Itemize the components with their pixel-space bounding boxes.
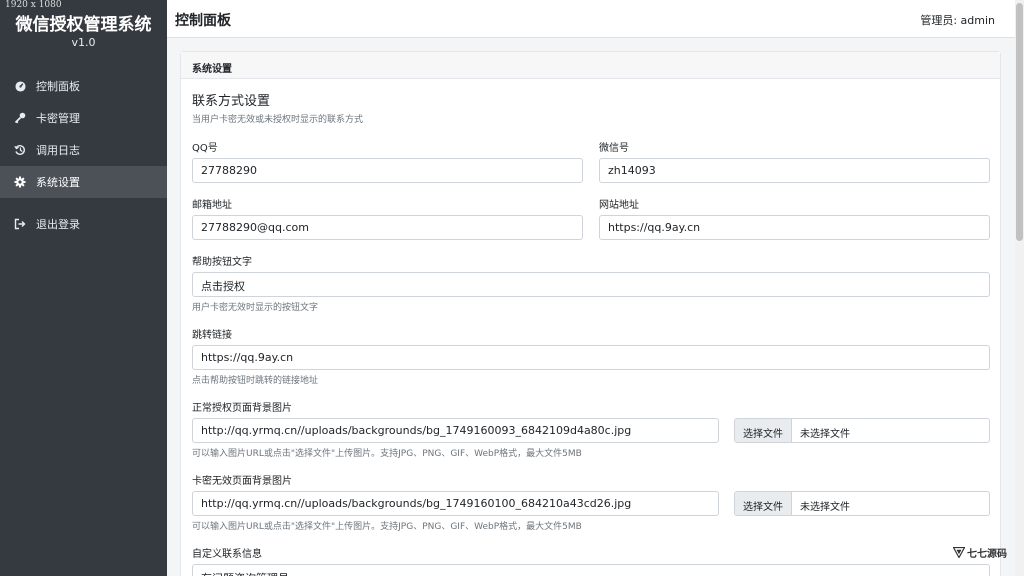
sidebar-item-logout[interactable]: 退出登录 [0,208,167,240]
custom-contact-label: 自定义联系信息 [192,549,262,560]
help-text-hint: 用户卡密无效时显示的按钮文字 [192,303,319,313]
choose-file-button[interactable]: 选择文件 [735,492,792,515]
help-text-input[interactable]: 点击授权 [192,272,990,297]
section-title: 联系方式设置 [192,94,271,109]
wechat-input[interactable]: zh14093 [599,158,990,183]
page-title: 控制面板 [175,13,231,29]
history-icon [14,144,26,156]
wechat-label: 微信号 [599,143,629,154]
redirect-hint: 点击帮助按钮时跳转的链接地址 [192,376,319,386]
dashboard-icon [14,80,26,92]
file-name-label: 未选择文件 [800,502,850,513]
normal-bg-url-input[interactable]: http://qq.yrmq.cn//uploads/backgrounds/b… [192,418,719,443]
email-label: 邮箱地址 [192,200,232,211]
gear-icon [14,176,26,188]
app-version: v1.0 [71,36,96,49]
settings-card: 系统设置 联系方式设置 当用户卡密无效或未授权时显示的联系方式 QQ号 2778… [180,51,1001,576]
invalid-bg-file-input[interactable]: 选择文件 未选择文件 [734,491,990,516]
email-input[interactable]: 27788290@qq.com [192,215,583,240]
watermark: 七七源码 [952,543,1007,562]
redirect-input[interactable]: https://qq.9ay.cn [192,345,990,370]
section-description: 当用户卡密无效或未授权时显示的联系方式 [192,115,364,125]
sidebar-item-cards[interactable]: 卡密管理 [0,102,167,134]
redirect-label: 跳转链接 [192,330,232,341]
invalid-bg-url-input[interactable]: http://qq.yrmq.cn//uploads/backgrounds/b… [192,491,719,516]
key-icon [14,112,26,124]
invalid-bg-hint: 可以输入图片URL或点击"选择文件"上传图片。支持JPG、PNG、GIF、Web… [192,522,582,532]
sidebar-nav: 控制面板 卡密管理 调用日志 系统设置 退出登录 [0,70,167,240]
app-brand: 微信授权管理系统 [15,15,152,35]
website-label: 网站地址 [599,200,639,211]
sidebar-item-label: 控制面板 [36,80,80,93]
sidebar-item-dashboard[interactable]: 控制面板 [0,70,167,102]
custom-contact-textarea[interactable]: 有问题资询管理员 [192,564,990,576]
sidebar-item-label: 系统设置 [36,176,80,189]
sidebar-item-logs[interactable]: 调用日志 [0,134,167,166]
card-header: 系统设置 [181,52,1000,79]
sidebar-item-label: 调用日志 [36,144,80,157]
watermark-text: 七七源码 [967,549,1007,560]
sidebar: 1920 x 1080 微信授权管理系统 v1.0 控制面板 卡密管理 调用日志… [0,0,167,576]
website-input[interactable]: https://qq.9ay.cn [599,215,990,240]
top-bar: 控制面板 管理员: admin [167,0,1015,38]
qq-label: QQ号 [192,143,218,154]
qq-input[interactable]: 27788290 [192,158,583,183]
file-name-label: 未选择文件 [800,429,850,440]
normal-bg-label: 正常授权页面背景图片 [192,403,292,414]
normal-bg-hint: 可以输入图片URL或点击"选择文件"上传图片。支持JPG、PNG、GIF、Web… [192,449,582,459]
page-scrollbar[interactable] [1015,0,1024,576]
normal-bg-file-input[interactable]: 选择文件 未选择文件 [734,418,990,443]
logout-icon [14,218,26,230]
invalid-bg-label: 卡密无效页面背景图片 [192,476,292,487]
sidebar-item-settings[interactable]: 系统设置 [0,166,167,198]
help-text-label: 帮助按钮文字 [192,257,252,268]
admin-user-label[interactable]: 管理员: admin [920,12,995,28]
triangle-logo-icon [952,543,966,562]
sidebar-item-label: 卡密管理 [36,112,80,125]
sidebar-item-label: 退出登录 [36,218,80,231]
scrollbar-thumb[interactable] [1016,3,1023,241]
resolution-tag: 1920 x 1080 [5,0,62,10]
choose-file-button[interactable]: 选择文件 [735,419,792,442]
